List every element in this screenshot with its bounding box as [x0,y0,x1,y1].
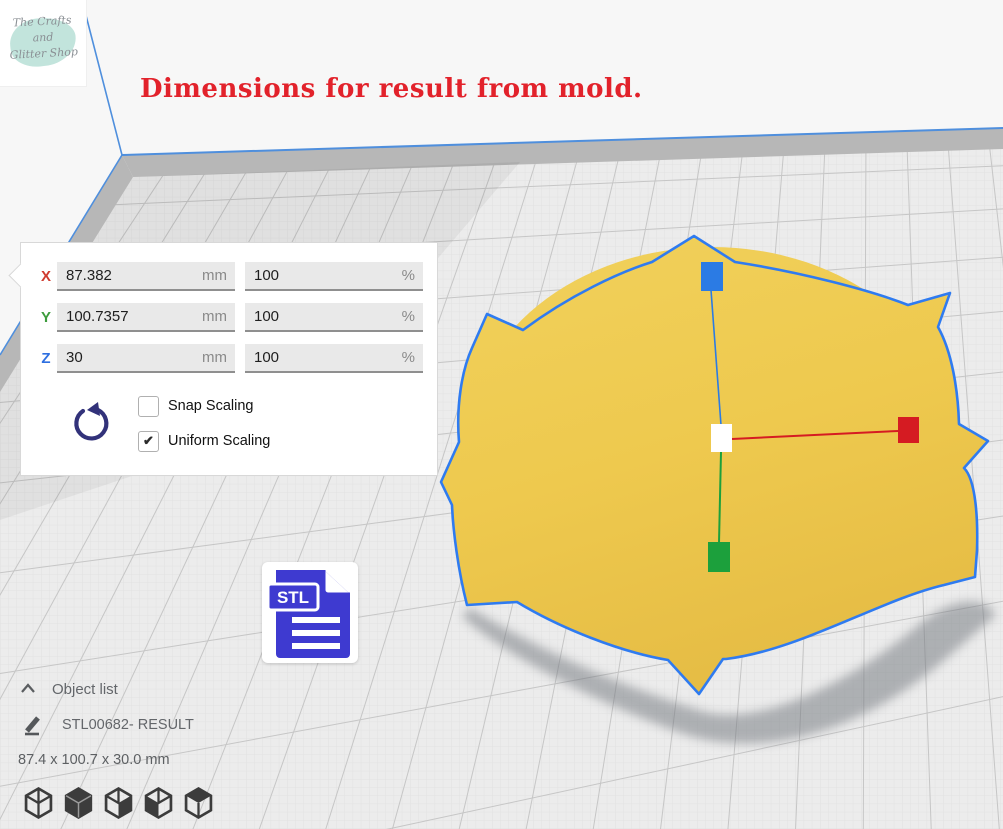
cube-top-face-icon [184,786,213,820]
scale-handle-z[interactable] [701,262,723,291]
view-3d-button[interactable] [24,786,53,820]
view-left-button[interactable] [144,786,173,820]
stl-document-icon: STL [262,562,358,663]
application-viewport: The Crafts and Glitter Shop Dimensions f… [0,0,1003,829]
y-percent-unit: % [402,308,415,325]
cube-left-face-icon [144,786,173,820]
axis-label-z: Z [35,350,57,367]
uniform-scaling-checkbox[interactable]: ✔ [138,431,159,452]
snap-scaling-label: Snap Scaling [168,398,253,414]
view-top-button[interactable] [104,786,133,820]
z-size-unit: mm [202,349,227,366]
stl-file-badge: STL [262,562,358,663]
z-percent-input[interactable]: 100 % [245,344,423,373]
y-size-unit: mm [202,308,227,325]
object-list-item[interactable]: STL00682- RESULT [62,717,194,733]
cube-solid-icon [64,786,93,820]
page-title: Dimensions for result from mold. [140,74,643,104]
model-dimensions-readout: 87.4 x 100.7 x 30.0 mm [18,752,170,768]
scale-handle-center[interactable] [711,424,732,452]
snap-scaling-row: ✔ Snap Scaling [138,395,253,417]
object-list-header[interactable]: Object list [52,681,118,698]
view-right-button[interactable] [184,786,213,820]
x-percent-unit: % [402,267,415,284]
reset-icon [69,401,113,445]
mesh-type-icon [22,714,42,736]
x-percent-input[interactable]: 100 % [245,262,423,291]
y-size-input[interactable]: 100.7357 mm [57,303,235,332]
z-size-value: 30 [66,349,83,366]
shop-logo: The Crafts and Glitter Shop [0,0,87,87]
logo-text: The Crafts and Glitter Shop [0,12,87,64]
z-percent-value: 100 [254,349,279,366]
chevron-up-icon [20,682,36,694]
x-size-unit: mm [202,267,227,284]
x-percent-value: 100 [254,267,279,284]
scale-handle-y[interactable] [708,542,730,572]
y-size-value: 100.7357 [66,308,129,325]
x-size-value: 87.382 [66,267,112,284]
uniform-scaling-row: ✔ Uniform Scaling [138,430,270,452]
uniform-scaling-label: Uniform Scaling [168,433,270,449]
scale-handle-x[interactable] [898,417,919,443]
scale-row-z: Z 30 mm 100 % [21,344,437,373]
camera-view-toolbar [24,786,213,820]
cube-right-face-icon [104,786,133,820]
y-percent-input[interactable]: 100 % [245,303,423,332]
scale-row-x: X 87.382 mm 100 % [21,262,437,291]
z-percent-unit: % [402,349,415,366]
x-size-input[interactable]: 87.382 mm [57,262,235,291]
y-percent-value: 100 [254,308,279,325]
object-list-collapse-button[interactable] [20,682,36,694]
z-size-input[interactable]: 30 mm [57,344,235,373]
scale-row-y: Y 100.7357 mm 100 % [21,303,437,332]
axis-label-y: Y [35,309,57,326]
snap-scaling-checkbox[interactable]: ✔ [138,396,159,417]
reset-scale-button[interactable] [69,401,113,445]
stl-label: STL [277,588,309,607]
view-front-button[interactable] [64,786,93,820]
cube-wireframe-icon [24,786,53,820]
axis-label-x: X [35,268,57,285]
scale-tool-panel: X 87.382 mm 100 % Y 100.7357 mm 100 % Z [20,242,438,476]
